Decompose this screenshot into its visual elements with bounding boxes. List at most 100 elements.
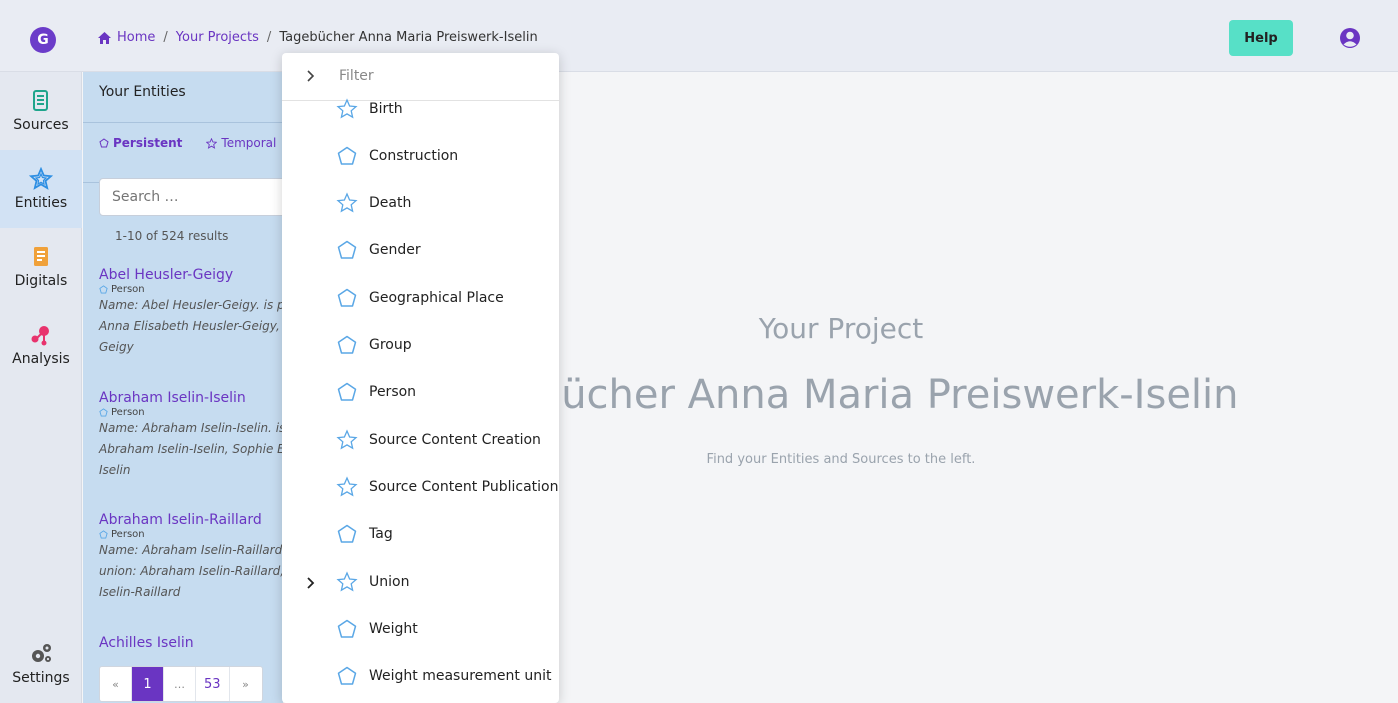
scroll-icon xyxy=(33,90,48,111)
list-item[interactable]: Abraham Iselin-Raillard Person Name: Abr… xyxy=(99,512,283,603)
pentagon-outline-icon xyxy=(336,334,358,356)
pentagon-outline-icon xyxy=(336,523,358,545)
breadcrumb: Home / Your Projects / Tagebücher Anna M… xyxy=(98,30,538,45)
document-icon xyxy=(34,247,48,266)
dropdown-item-birth[interactable]: Birth xyxy=(282,85,559,132)
dropdown-item-group[interactable]: Group xyxy=(282,322,559,369)
dropdown-item-label: Weight xyxy=(369,620,418,637)
dropdown-item-label: Construction xyxy=(369,147,459,164)
entity-type: Person xyxy=(99,284,283,295)
rail-item-label: Entities xyxy=(14,195,68,211)
entity-title[interactable]: Abel Heusler-Geigy xyxy=(99,267,283,283)
pagination-ellipsis: … xyxy=(164,667,196,701)
entity-type-dropdown: Filter Birth Construction Death Gender Geogr… xyxy=(282,53,559,703)
rail-item-digitals[interactable]: Digitals xyxy=(0,228,82,306)
breadcrumb-separator: / xyxy=(163,30,168,45)
dropdown-item-tag[interactable]: Tag xyxy=(282,511,559,558)
graph-icon xyxy=(31,326,49,346)
star-outline-icon xyxy=(336,476,358,498)
dropdown-item-label: Union xyxy=(369,573,410,590)
user-icon[interactable] xyxy=(1339,27,1361,49)
pentagon-icon xyxy=(99,408,108,417)
dropdown-item-union[interactable]: Union xyxy=(282,558,559,605)
dropdown-item-label: Group xyxy=(369,337,412,353)
pentagon-outline-icon xyxy=(336,665,358,687)
entity-title[interactable]: Achilles Iselin xyxy=(99,635,283,651)
rail-item-analysis[interactable]: Analysis xyxy=(0,306,82,384)
breadcrumb-current: Tagebücher Anna Maria Preiswerk-Iselin xyxy=(279,30,538,45)
panel-title: Your Entities xyxy=(99,84,186,100)
entity-title[interactable]: Abraham Iselin-Raillard xyxy=(99,512,283,528)
tab-persistent[interactable]: Persistent xyxy=(99,136,182,150)
pentagon-outline-icon xyxy=(336,239,358,261)
dropdown-item-person[interactable]: Person xyxy=(282,369,559,416)
pentagon-outline-icon xyxy=(336,381,358,403)
rail-item-label: Analysis xyxy=(12,351,70,367)
rail-item-entities[interactable]: Entities xyxy=(0,150,82,228)
dropdown-item-label: Weight measurement unit xyxy=(369,668,552,685)
chevron-right-icon[interactable] xyxy=(306,575,316,589)
pentagon-icon xyxy=(99,530,108,539)
breadcrumb-projects[interactable]: Your Projects xyxy=(176,30,259,45)
dropdown-item-label: Birth xyxy=(369,100,403,117)
chevron-right-icon[interactable] xyxy=(306,69,316,83)
entity-title[interactable]: Abraham Iselin-Iselin xyxy=(99,390,283,406)
entity-description: Name: Abraham Iselin-Raillard. union: Ab… xyxy=(99,543,283,599)
top-bar: G Home / Your Projects / Tagebücher Anna… xyxy=(0,0,1398,72)
rail-item-settings[interactable]: Settings xyxy=(0,625,82,703)
star-icon xyxy=(29,167,53,190)
tab-temporal[interactable]: Temporal xyxy=(206,136,276,150)
pentagon-icon xyxy=(99,138,109,148)
breadcrumb-separator: / xyxy=(266,30,272,45)
entity-type-tabs: Persistent Temporal xyxy=(99,136,276,150)
dropdown-item-source-content-creation[interactable]: Source Content Creation xyxy=(282,416,559,463)
breadcrumb-home[interactable]: Home xyxy=(117,30,155,45)
app-logo[interactable]: G xyxy=(30,27,56,53)
gears-icon xyxy=(32,644,51,662)
rail-item-sources[interactable]: Sources xyxy=(0,72,82,150)
left-rail: Sources Entities Digitals Analysis Setti… xyxy=(0,72,82,703)
pagination: « 1 … 53 » xyxy=(99,666,263,702)
entities-panel: Your Entities Persistent Temporal 1-10 o… xyxy=(83,72,283,703)
dropdown-item-label: Source Content Creation xyxy=(369,431,541,448)
dropdown-item-label: Gender xyxy=(369,242,421,259)
list-item[interactable]: Abel Heusler-Geigy Person Name: Abel Heu… xyxy=(99,267,283,358)
star-outline-icon xyxy=(336,192,358,214)
rail-item-label: Settings xyxy=(12,670,70,686)
filter-placeholder: Filter xyxy=(339,68,374,84)
star-outline-icon xyxy=(336,570,358,593)
help-button[interactable]: Help xyxy=(1229,20,1293,56)
pentagon-outline-icon xyxy=(336,287,358,309)
dropdown-item-label: Tag xyxy=(369,526,393,543)
entity-search-input[interactable] xyxy=(99,178,283,216)
dropdown-item-death[interactable]: Death xyxy=(282,180,559,227)
dropdown-item-geographical-place[interactable]: Geographical Place xyxy=(282,274,559,321)
dropdown-item-label: Source Content Publication E xyxy=(369,478,559,495)
dropdown-item-gender[interactable]: Gender xyxy=(282,227,559,274)
home-icon xyxy=(98,31,111,44)
results-count: 1-10 of 524 results xyxy=(115,229,229,243)
dropdown-item-weight[interactable]: Weight xyxy=(282,605,559,652)
entity-description: Name: Abel Heusler-Geigy. is pa Anna Eli… xyxy=(99,298,283,354)
pagination-next[interactable]: » xyxy=(230,667,262,701)
list-item[interactable]: Achilles Iselin xyxy=(99,635,283,651)
star-outline-icon xyxy=(206,137,218,149)
star-outline-icon xyxy=(336,97,358,120)
dropdown-item-construction[interactable]: Construction xyxy=(282,132,559,179)
dropdown-item-label: Person xyxy=(369,384,417,401)
dropdown-item-label: Death xyxy=(369,195,412,212)
entity-description: Name: Abraham Iselin-Iselin. is p Abraha… xyxy=(99,421,283,477)
dropdown-item-weight-measurement-unit[interactable]: Weight measurement unit xyxy=(282,653,559,700)
pagination-page-current[interactable]: 1 xyxy=(132,667,164,701)
pagination-page-last[interactable]: 53 xyxy=(196,667,230,701)
entity-type: Person xyxy=(99,529,283,540)
rail-item-label: Digitals xyxy=(14,273,68,289)
dropdown-item-source-content-publication-e[interactable]: Source Content Publication E xyxy=(282,463,559,510)
pagination-prev[interactable]: « xyxy=(100,667,132,701)
list-item[interactable]: Abraham Iselin-Iselin Person Name: Abrah… xyxy=(99,390,283,481)
pentagon-outline-icon xyxy=(336,145,358,167)
pentagon-outline-icon xyxy=(336,618,358,640)
rail-item-label: Sources xyxy=(13,117,69,133)
pentagon-icon xyxy=(99,285,108,294)
entity-type: Person xyxy=(99,407,283,418)
